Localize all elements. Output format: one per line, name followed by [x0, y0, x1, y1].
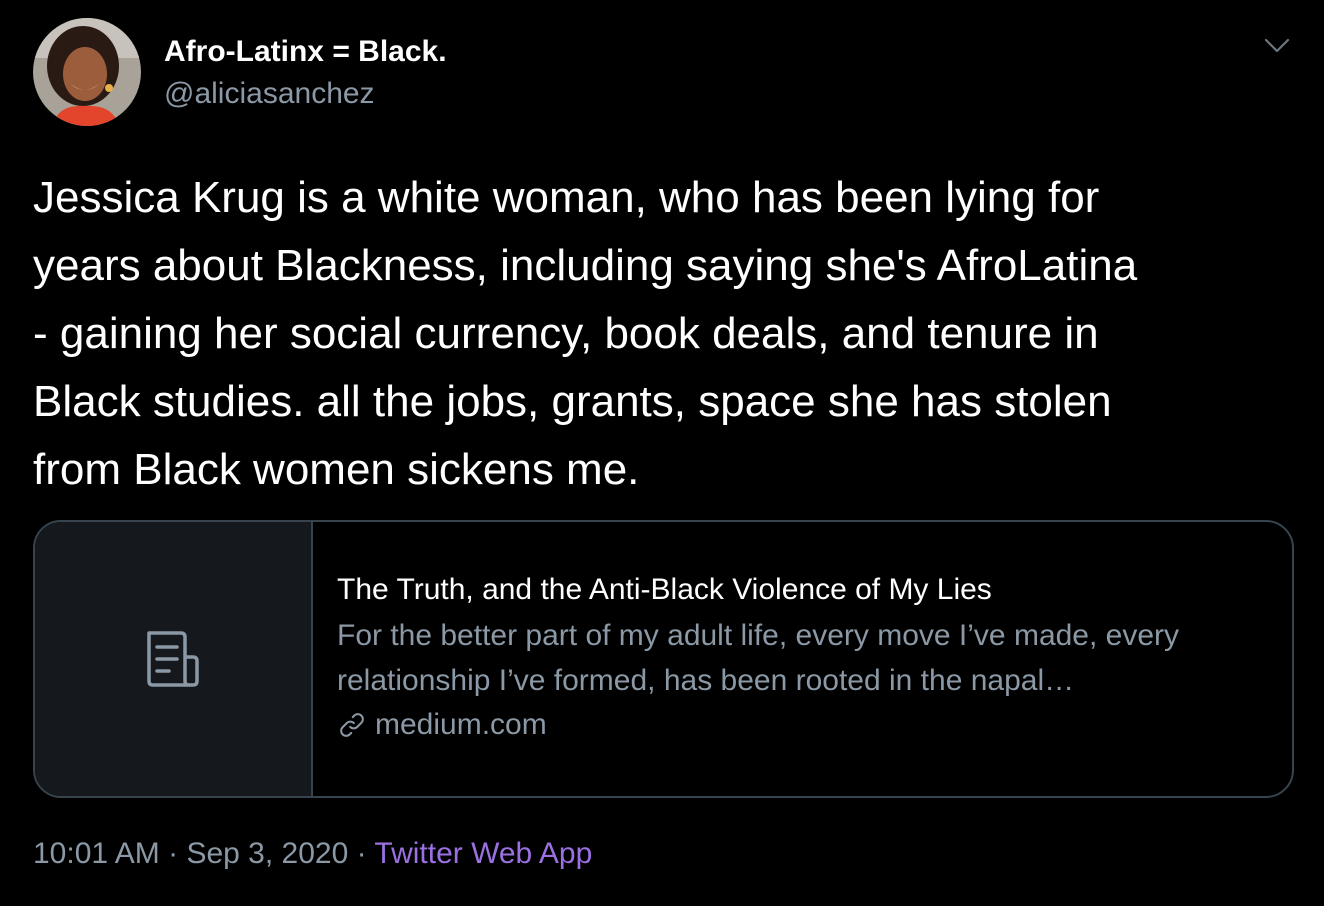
card-domain-row: medium.com: [337, 705, 1292, 745]
card-description: For the better part of my adult life, ev…: [337, 619, 1180, 697]
document-icon: [147, 631, 199, 687]
meta-separator: ·: [168, 837, 179, 870]
card-domain: medium.com: [375, 708, 547, 741]
tweet-meta: 10:01 AM · Sep 3, 2020 · Twitter Web App: [33, 836, 592, 872]
tweet-text: Jessica Krug is a white woman, who has b…: [33, 173, 1138, 494]
link-preview-card[interactable]: The Truth, and the Anti-Black Violence o…: [33, 520, 1294, 798]
card-title: The Truth, and the Anti-Black Violence o…: [337, 573, 992, 606]
meta-separator: ·: [356, 837, 367, 870]
link-icon: [340, 713, 364, 737]
card-thumbnail: [35, 522, 313, 796]
display-name[interactable]: Afro-Latinx = Black.: [164, 34, 447, 70]
avatar[interactable]: [33, 18, 141, 126]
tweet-time[interactable]: 10:01 AM: [33, 837, 160, 870]
tweet-date[interactable]: Sep 3, 2020: [186, 837, 348, 870]
author-names: Afro-Latinx = Black. @aliciasanchez: [164, 34, 447, 112]
tweet-source-link[interactable]: Twitter Web App: [374, 837, 592, 870]
tweet-header: Afro-Latinx = Black. @aliciasanchez: [33, 18, 447, 126]
card-body: The Truth, and the Anti-Black Violence o…: [313, 522, 1292, 796]
user-handle[interactable]: @aliciasanchez: [164, 76, 447, 112]
tweet: Afro-Latinx = Black. @aliciasanchez Jess…: [0, 0, 1324, 906]
chevron-down-icon[interactable]: [1262, 34, 1292, 56]
avatar-image: [33, 18, 141, 126]
